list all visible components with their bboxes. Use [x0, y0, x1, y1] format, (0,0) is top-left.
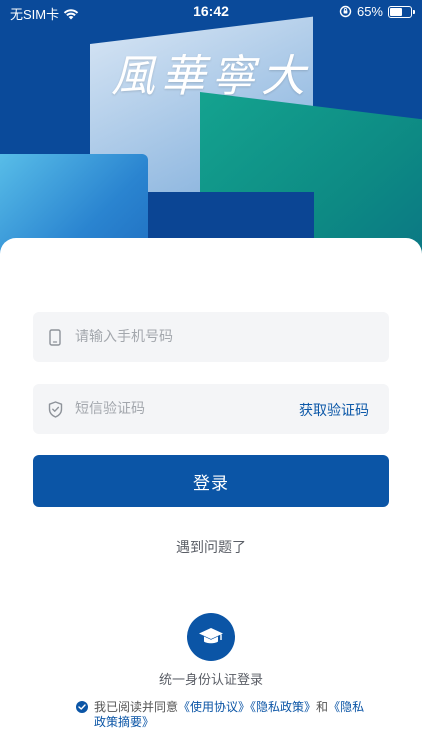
agree-checkbox[interactable] — [76, 701, 88, 713]
phone-icon — [47, 328, 63, 346]
battery-icon — [388, 5, 415, 18]
status-bar: 无SIM卡 16:42 65% — [0, 0, 422, 24]
hero-banner: 風華寧大 — [0, 0, 422, 262]
sms-code-input[interactable] — [75, 401, 275, 417]
sms-code-field[interactable]: 获取验证码 — [33, 384, 389, 434]
get-code-button[interactable]: 获取验证码 — [299, 400, 369, 420]
terms-link[interactable]: 《使用协议》 — [178, 700, 250, 714]
sso-login-button[interactable] — [187, 613, 235, 661]
sso-label: 统一身份认证登录 — [158, 673, 263, 688]
phone-input[interactable] — [75, 329, 275, 345]
privacy-link[interactable]: 《隐私政策》 — [250, 700, 316, 714]
shield-check-icon — [47, 400, 63, 418]
agreement: 我已阅读并同意《使用协议》《隐私政策》和《隐私政策摘要》 — [76, 700, 376, 730]
battery-percent: 65% — [356, 4, 383, 19]
phone-field[interactable] — [33, 312, 389, 362]
problem-link[interactable]: 遇到问题了 — [0, 537, 422, 557]
orientation-lock-icon — [339, 5, 352, 18]
graduation-cap-icon — [199, 628, 223, 644]
university-logo: 風華寧大 — [111, 51, 311, 102]
agreement-and: 和 — [316, 700, 329, 714]
login-button[interactable]: 登录 — [33, 455, 389, 507]
agreement-prefix: 我已阅读并同意 — [94, 700, 179, 714]
